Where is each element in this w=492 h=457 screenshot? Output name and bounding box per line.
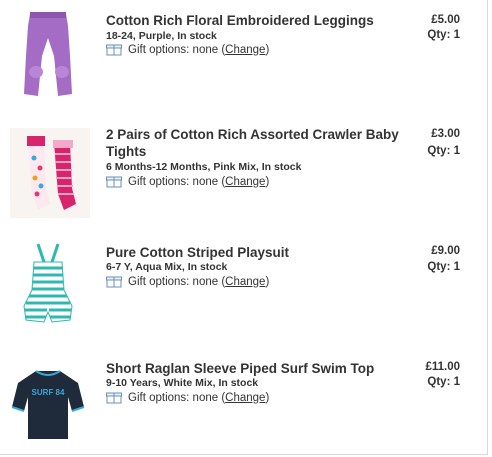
gift-close-paren: ): [265, 391, 270, 404]
gift-icon: [106, 392, 122, 404]
basket-item: 2 Pairs of Cotton Rich Assorted Crawler …: [0, 118, 488, 228]
product-image-leggings[interactable]: [8, 6, 88, 106]
change-gift-link[interactable]: Change: [225, 44, 265, 56]
product-title[interactable]: 2 Pairs of Cotton Rich Assorted Crawler …: [106, 126, 406, 160]
baby-tights-icon: [10, 128, 90, 218]
product-title[interactable]: Short Raglan Sleeve Piped Surf Swim Top: [106, 360, 406, 377]
item-quantity: Qty: 1: [427, 29, 460, 41]
gift-options-label: Gift options: none (: [128, 275, 226, 288]
product-details: 18-24, Purple, In stock: [106, 30, 217, 42]
product-image-tights[interactable]: [10, 128, 90, 218]
gift-options: Gift options: none (Change): [106, 391, 269, 404]
item-price: £5.00: [431, 14, 460, 26]
item-price: £9.00: [431, 245, 460, 257]
product-details: 6-7 Y, Aqua Mix, In stock: [106, 261, 228, 273]
product-title[interactable]: Pure Cotton Striped Playsuit: [106, 244, 406, 261]
product-image-swim-top[interactable]: SURF 84: [8, 365, 88, 445]
item-price: £3.00: [431, 128, 460, 140]
gift-icon: [106, 176, 122, 188]
change-gift-link[interactable]: Change: [225, 392, 265, 404]
basket-item: Cotton Rich Floral Embroidered Leggings …: [0, 0, 488, 118]
gift-options: Gift options: none (Change): [106, 275, 269, 288]
item-quantity: Qty: 1: [427, 145, 460, 157]
product-details: 6 Months-12 Months, Pink Mix, In stock: [106, 161, 302, 173]
surf-swim-top-icon: SURF 84: [11, 370, 85, 439]
product-title[interactable]: Cotton Rich Floral Embroidered Leggings: [106, 12, 406, 29]
gift-close-paren: ): [265, 43, 270, 56]
gift-options: Gift options: none (Change): [106, 175, 269, 188]
gift-close-paren: ): [265, 275, 270, 288]
gift-icon: [106, 276, 122, 288]
item-quantity: Qty: 1: [427, 261, 460, 273]
gift-close-paren: ): [265, 175, 270, 188]
item-price: £11.00: [425, 361, 460, 373]
basket-item: SURF 84 Short Raglan Sleeve Piped Surf S…: [0, 343, 488, 455]
striped-playsuit-icon: [23, 243, 73, 323]
change-gift-link[interactable]: Change: [225, 276, 265, 288]
gift-options-label: Gift options: none (: [128, 175, 226, 188]
gift-options: Gift options: none (Change): [106, 43, 269, 56]
product-image-playsuit[interactable]: [8, 240, 88, 334]
gift-options-label: Gift options: none (: [128, 43, 226, 56]
shirt-print: SURF 84: [32, 388, 65, 397]
change-gift-link[interactable]: Change: [225, 176, 265, 188]
product-details: 9-10 Years, White Mix, In stock: [106, 377, 259, 389]
gift-options-label: Gift options: none (: [128, 391, 226, 404]
item-quantity: Qty: 1: [427, 376, 460, 388]
gift-icon: [106, 44, 122, 56]
leggings-icon: [24, 12, 72, 96]
basket-item: Pure Cotton Striped Playsuit 6-7 Y, Aqua…: [0, 228, 488, 343]
